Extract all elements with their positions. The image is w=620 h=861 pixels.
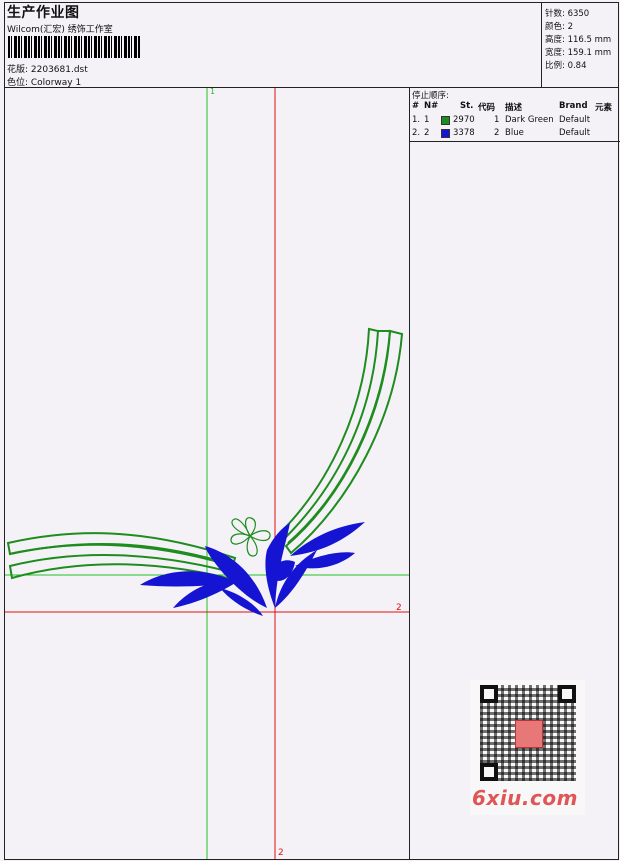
red-axis-label-right: 2 — [396, 603, 402, 613]
row-n-number: 1 — [424, 115, 430, 125]
col-element: 元素 — [595, 103, 613, 113]
design-scale: 比例: 0.84 — [545, 61, 587, 71]
page-subtitle: Wilcom(汇宏) 绣饰工作室 — [7, 25, 113, 35]
row-code: 1 — [494, 115, 500, 125]
row-n-number: 2 — [424, 128, 430, 138]
col-code: 代码 — [478, 103, 496, 113]
design-canvas — [5, 88, 409, 859]
qr-corner-marker — [480, 685, 498, 703]
qr-corner-marker — [480, 763, 498, 781]
row-brand: Default — [559, 128, 591, 138]
col-n-number: N# — [424, 101, 439, 111]
page-title: 生产作业图 — [7, 5, 80, 21]
design-height: 高度: 116.5 mm — [545, 35, 612, 45]
col-number: # — [412, 101, 420, 111]
row-brand: Default — [559, 115, 591, 125]
embroidery-design — [5, 88, 409, 859]
row-stitches: 2970 — [453, 115, 475, 125]
sequence-row: 1. 1 2970 1 Dark Green Default — [410, 115, 620, 127]
color-swatch — [441, 116, 450, 125]
green-right-stems — [278, 327, 404, 555]
barcode-image — [8, 36, 140, 58]
row-number: 2. — [412, 128, 421, 138]
sequence-row: 2. 2 3378 2 Blue Default — [410, 128, 620, 140]
design-width: 宽度: 159.1 mm — [545, 48, 612, 58]
sequence-divider — [410, 141, 620, 142]
design-info-box: 针数: 6350 颜色: 2 高度: 116.5 mm 宽度: 159.1 mm… — [541, 2, 619, 88]
col-description: 描述 — [505, 103, 523, 113]
row-code: 2 — [494, 128, 500, 138]
col-brand: Brand — [559, 101, 588, 111]
color-count: 颜色: 2 — [545, 22, 573, 32]
green-axis-label: 1 — [210, 87, 216, 96]
red-axis-label-bottom: 2 — [278, 848, 284, 858]
green-outline-flower — [230, 517, 271, 557]
row-number: 1. — [412, 115, 421, 125]
watermark-logo-text: 6xiu.com — [472, 786, 578, 810]
row-description: Dark Green — [505, 115, 554, 125]
sequence-title: 停止顺序: — [412, 91, 449, 101]
qr-center-stamp — [515, 720, 543, 748]
stitch-count: 针数: 6350 — [545, 9, 590, 19]
col-stitches: St. — [460, 101, 474, 111]
qr-corner-marker — [558, 685, 576, 703]
color-swatch — [441, 129, 450, 138]
design-file-label: 花版: 2203681.dst — [7, 65, 88, 75]
row-stitches: 3378 — [453, 128, 475, 138]
row-description: Blue — [505, 128, 524, 138]
